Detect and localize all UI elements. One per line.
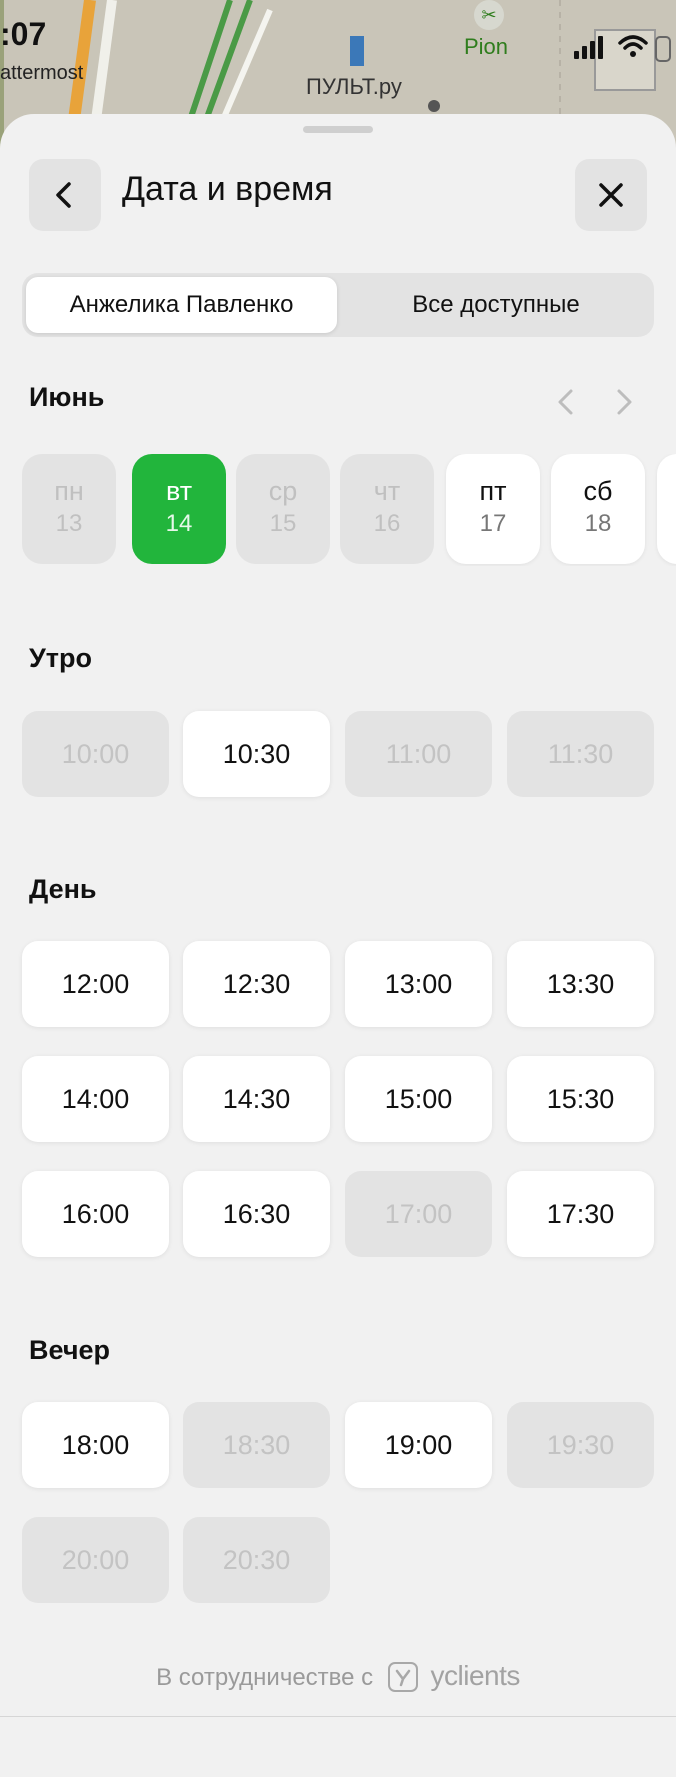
time-slot[interactable]: 20:30 [183,1517,330,1603]
time-slot[interactable]: 13:00 [345,941,492,1027]
time-slot[interactable]: 18:30 [183,1402,330,1488]
day-cell[interactable]: вт 14 [132,454,226,564]
day-number: 18 [584,510,612,537]
time-slot[interactable]: 16:00 [22,1171,169,1257]
time-slot[interactable]: 12:30 [183,941,330,1027]
day-number: 17 [479,510,507,537]
time-slot[interactable]: 10:30 [183,711,330,797]
day-cell[interactable]: пн 13 [22,454,116,564]
day-cell[interactable]: ср 15 [236,454,330,564]
time-slot[interactable]: 12:00 [22,941,169,1027]
sheet-grabber[interactable] [303,126,373,133]
section-title-evening: Вечер [29,1335,111,1365]
battery-icon [655,36,671,62]
time-slot[interactable]: 15:00 [345,1056,492,1142]
time-slot[interactable]: 17:00 [345,1171,492,1257]
day-name: пт [479,476,507,506]
map-place-shop: ПУЛЬТ.ру [306,74,402,99]
time-slot[interactable]: 10:00 [22,711,169,797]
scissors-icon: ✂ [474,0,504,30]
month-header: Июнь [29,382,649,422]
day-cell-partial[interactable] [657,454,676,564]
partner-footer: В сотрудничестве с yclients [0,1660,676,1692]
close-button[interactable] [575,159,647,231]
status-app-label: attermost [0,62,84,84]
time-slot[interactable]: 14:30 [183,1056,330,1142]
footer-divider [0,1716,676,1717]
page-title: Дата и время [122,170,333,208]
day-number: 16 [373,510,401,537]
day-cell[interactable]: сб 18 [551,454,645,564]
yclients-logo-icon [387,1661,418,1692]
section-title-morning: Утро [29,643,93,673]
chevron-left-icon [56,182,71,208]
footer-brand[interactable]: yclients [431,1660,521,1691]
time-slot[interactable]: 17:30 [507,1171,654,1257]
chevron-right-icon[interactable] [610,388,638,416]
wifi-icon [618,35,648,57]
back-button[interactable] [29,159,101,231]
close-icon [599,183,623,207]
section-title-day: День [29,874,97,904]
day-name: чт [373,476,401,506]
status-time: :07 [0,16,47,52]
time-slot[interactable]: 16:30 [183,1171,330,1257]
date-time-sheet: Дата и время Анжелика Павленко Все досту… [0,114,676,1777]
time-slot[interactable]: 13:30 [507,941,654,1027]
time-slot[interactable]: 18:00 [22,1402,169,1488]
time-slot[interactable]: 20:00 [22,1517,169,1603]
time-slot[interactable]: 19:00 [345,1402,492,1488]
day-name: вт [165,476,193,506]
time-slot[interactable]: 19:30 [507,1402,654,1488]
signal-icon [574,36,603,59]
day-number: 15 [269,510,297,537]
staff-toggle: Анжелика Павленко Все доступные [22,273,654,337]
time-slot[interactable]: 15:30 [507,1056,654,1142]
map-place-pion: Pion [464,34,509,59]
day-name: ср [268,476,298,506]
month-label: Июнь [29,382,105,412]
day-cell[interactable]: пт 17 [446,454,540,564]
staff-option-all[interactable]: Все доступные [342,277,650,333]
staff-option-selected[interactable]: Анжелика Павленко [26,277,337,333]
day-name: сб [583,476,613,506]
day-number: 13 [55,510,83,537]
time-slot[interactable]: 11:30 [507,711,654,797]
day-cell[interactable]: чт 16 [340,454,434,564]
footer-text: В сотрудничестве с [156,1664,374,1691]
day-name: пн [54,476,84,506]
time-slot[interactable]: 11:00 [345,711,492,797]
time-slot[interactable]: 14:00 [22,1056,169,1142]
chevron-left-icon[interactable] [552,388,580,416]
day-number: 14 [165,510,193,537]
day-strip: пн 13 вт 14 ср 15 чт 16 пт 17 сб 18 [22,454,676,566]
